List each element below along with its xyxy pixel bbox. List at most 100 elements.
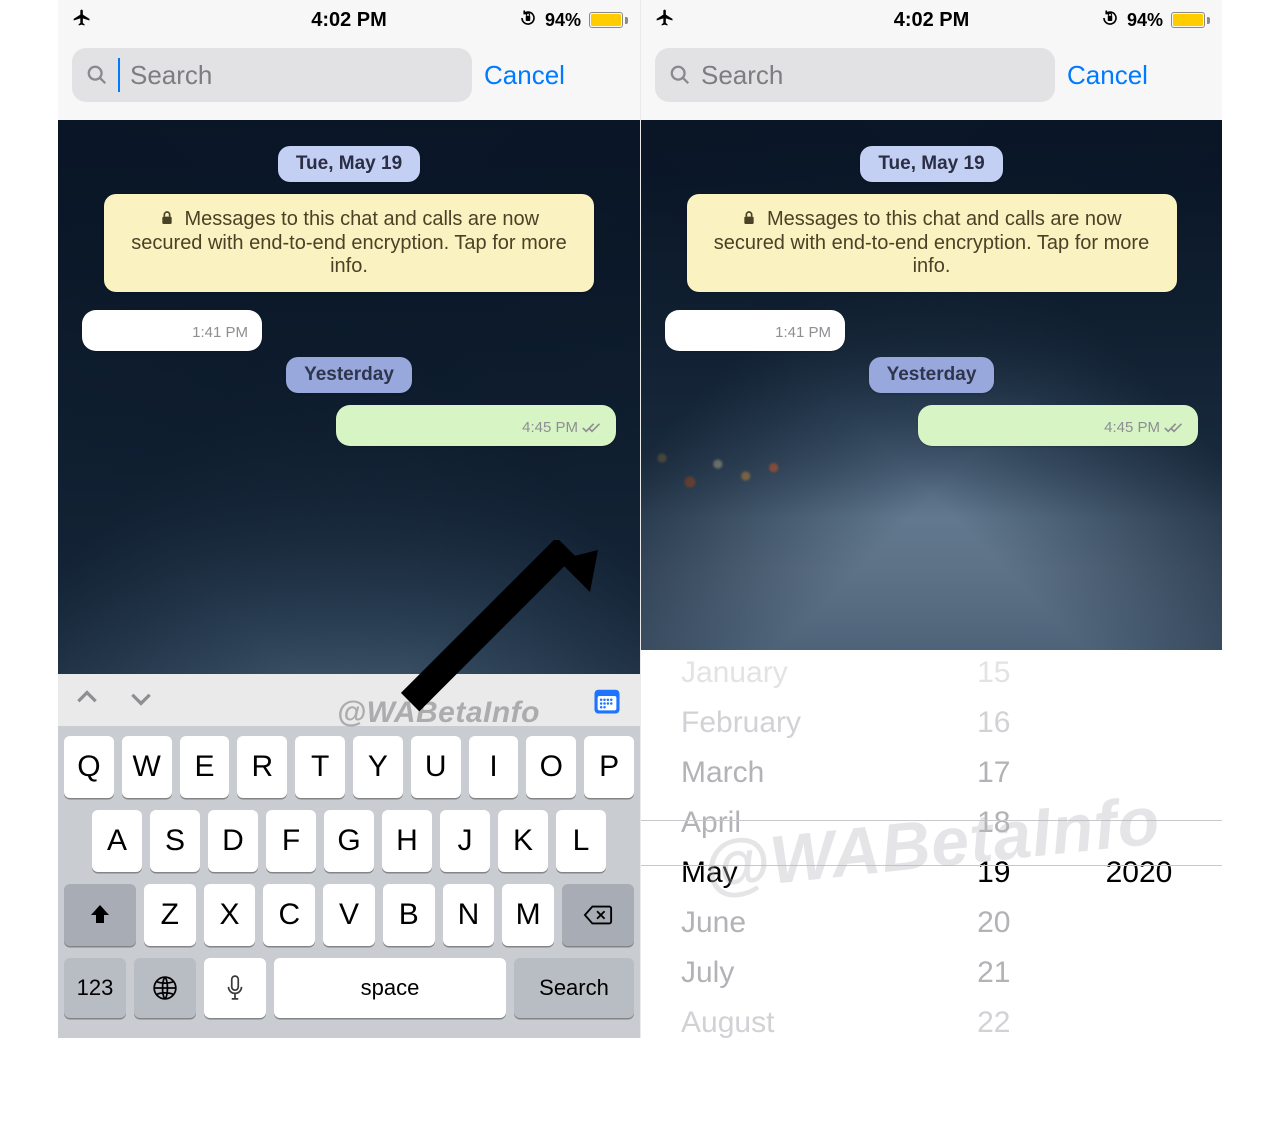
key-q[interactable]: Q xyxy=(64,736,114,798)
picker-item[interactable] xyxy=(1056,650,1222,696)
date-header: Yesterday xyxy=(286,357,412,393)
picker-item[interactable]: June xyxy=(641,900,932,946)
keyboard-row-2: ASDFGHJKL xyxy=(64,810,634,872)
cancel-button[interactable]: Cancel xyxy=(484,60,565,91)
key-j[interactable]: J xyxy=(440,810,490,872)
chat-window[interactable]: Tue, May 19 Messages to this chat and ca… xyxy=(641,120,1222,650)
key-t[interactable]: T xyxy=(295,736,345,798)
key-i[interactable]: I xyxy=(469,736,519,798)
picker-item[interactable]: July xyxy=(641,950,932,996)
key-k[interactable]: K xyxy=(498,810,548,872)
search-input[interactable]: Search xyxy=(655,48,1055,102)
search-placeholder: Search xyxy=(701,60,783,91)
battery-percent: 94% xyxy=(1127,10,1163,31)
space-key[interactable]: space xyxy=(274,958,506,1018)
picker-item[interactable]: February xyxy=(641,700,932,746)
key-y[interactable]: Y xyxy=(353,736,403,798)
key-h[interactable]: H xyxy=(382,810,432,872)
picker-item[interactable] xyxy=(1056,1000,1222,1038)
picker-item[interactable] xyxy=(1056,700,1222,746)
message-in-time: 1:41 PM xyxy=(775,324,831,341)
key-s[interactable]: S xyxy=(150,810,200,872)
key-n[interactable]: N xyxy=(443,884,495,946)
lock-icon xyxy=(741,209,757,232)
date-header: Tue, May 19 xyxy=(278,146,420,182)
key-w[interactable]: W xyxy=(122,736,172,798)
picker-item[interactable]: 18 xyxy=(932,800,1057,846)
dictation-key[interactable] xyxy=(204,958,266,1018)
key-l[interactable]: L xyxy=(556,810,606,872)
picker-item[interactable]: 19 xyxy=(932,850,1057,896)
keyboard-toolbar: @WABetaInfo xyxy=(58,674,640,726)
picker-item[interactable]: 2020 xyxy=(1056,850,1222,896)
date-header: Tue, May 19 xyxy=(860,146,1002,182)
picker-item[interactable]: 16 xyxy=(932,700,1057,746)
phone-left: 4:02 PM 94% Search Cancel Tu xyxy=(58,0,640,1038)
key-e[interactable]: E xyxy=(180,736,230,798)
keyboard[interactable]: QWERTYUIOP ASDFGHJKL ZXCVBNM 123 xyxy=(58,726,640,1038)
airplane-mode-icon xyxy=(655,8,675,33)
key-v[interactable]: V xyxy=(323,884,375,946)
picker-item[interactable]: 17 xyxy=(932,750,1057,796)
lock-icon xyxy=(159,209,175,232)
status-bar: 4:02 PM 94% xyxy=(641,0,1222,40)
picker-item[interactable]: 22 xyxy=(932,1000,1057,1038)
key-o[interactable]: O xyxy=(526,736,576,798)
search-icon xyxy=(86,64,108,86)
backspace-key[interactable] xyxy=(562,884,634,946)
rotation-lock-icon xyxy=(519,9,537,32)
message-out-time: 4:45 PM xyxy=(1104,419,1160,436)
picker-item[interactable] xyxy=(1056,950,1222,996)
cancel-button[interactable]: Cancel xyxy=(1067,60,1148,91)
shift-key[interactable] xyxy=(64,884,136,946)
date-picker[interactable]: JanuaryFebruaryMarchAprilMayJuneJuly Augu… xyxy=(641,650,1222,1038)
encryption-notice[interactable]: Messages to this chat and calls are now … xyxy=(687,194,1177,292)
status-bar: 4:02 PM 94% xyxy=(58,0,640,40)
picker-item[interactable]: January xyxy=(641,650,932,696)
picker-item[interactable] xyxy=(1056,900,1222,946)
keyboard-row-1: QWERTYUIOP xyxy=(64,736,634,798)
key-c[interactable]: C xyxy=(263,884,315,946)
key-z[interactable]: Z xyxy=(144,884,196,946)
search-key[interactable]: Search xyxy=(514,958,634,1018)
key-f[interactable]: F xyxy=(266,810,316,872)
key-m[interactable]: M xyxy=(502,884,554,946)
day-wheel[interactable]: 151617181920212223 xyxy=(932,650,1057,1038)
key-a[interactable]: A xyxy=(92,810,142,872)
message-in[interactable]: 1:41 PM xyxy=(659,310,1204,351)
picker-item[interactable]: August xyxy=(641,1000,932,1038)
picker-item[interactable]: 20 xyxy=(932,900,1057,946)
next-result-button[interactable] xyxy=(128,685,154,716)
message-in-time: 1:41 PM xyxy=(192,324,248,341)
message-out[interactable]: 4:45 PM xyxy=(76,405,622,446)
picker-item[interactable]: 21 xyxy=(932,950,1057,996)
picker-item[interactable] xyxy=(1056,800,1222,846)
prev-result-button[interactable] xyxy=(74,685,100,716)
search-input[interactable]: Search xyxy=(72,48,472,102)
picker-item[interactable] xyxy=(1056,750,1222,796)
message-in[interactable]: 1:41 PM xyxy=(76,310,622,351)
picker-item[interactable]: March xyxy=(641,750,932,796)
year-wheel[interactable]: 2020 xyxy=(1056,650,1222,1038)
key-b[interactable]: B xyxy=(383,884,435,946)
watermark: @WABetaInfo xyxy=(337,696,540,730)
airplane-mode-icon xyxy=(72,8,92,33)
message-out[interactable]: 4:45 PM xyxy=(659,405,1204,446)
key-p[interactable]: P xyxy=(584,736,634,798)
picker-item[interactable]: April xyxy=(641,800,932,846)
read-ticks-icon xyxy=(1164,421,1184,435)
key-u[interactable]: U xyxy=(411,736,461,798)
month-wheel[interactable]: JanuaryFebruaryMarchAprilMayJuneJuly Augu… xyxy=(641,650,932,1038)
key-g[interactable]: G xyxy=(324,810,374,872)
key-r[interactable]: R xyxy=(237,736,287,798)
encryption-notice[interactable]: Messages to this chat and calls are now … xyxy=(104,194,594,292)
date-header: Yesterday xyxy=(869,357,995,393)
chat-window[interactable]: Tue, May 19 Messages to this chat and ca… xyxy=(58,120,640,1038)
picker-item[interactable]: 15 xyxy=(932,650,1057,696)
key-d[interactable]: D xyxy=(208,810,258,872)
key-x[interactable]: X xyxy=(204,884,256,946)
calendar-button[interactable] xyxy=(592,686,622,716)
picker-item[interactable]: May xyxy=(641,850,932,896)
numbers-key[interactable]: 123 xyxy=(64,958,126,1018)
globe-key[interactable] xyxy=(134,958,196,1018)
